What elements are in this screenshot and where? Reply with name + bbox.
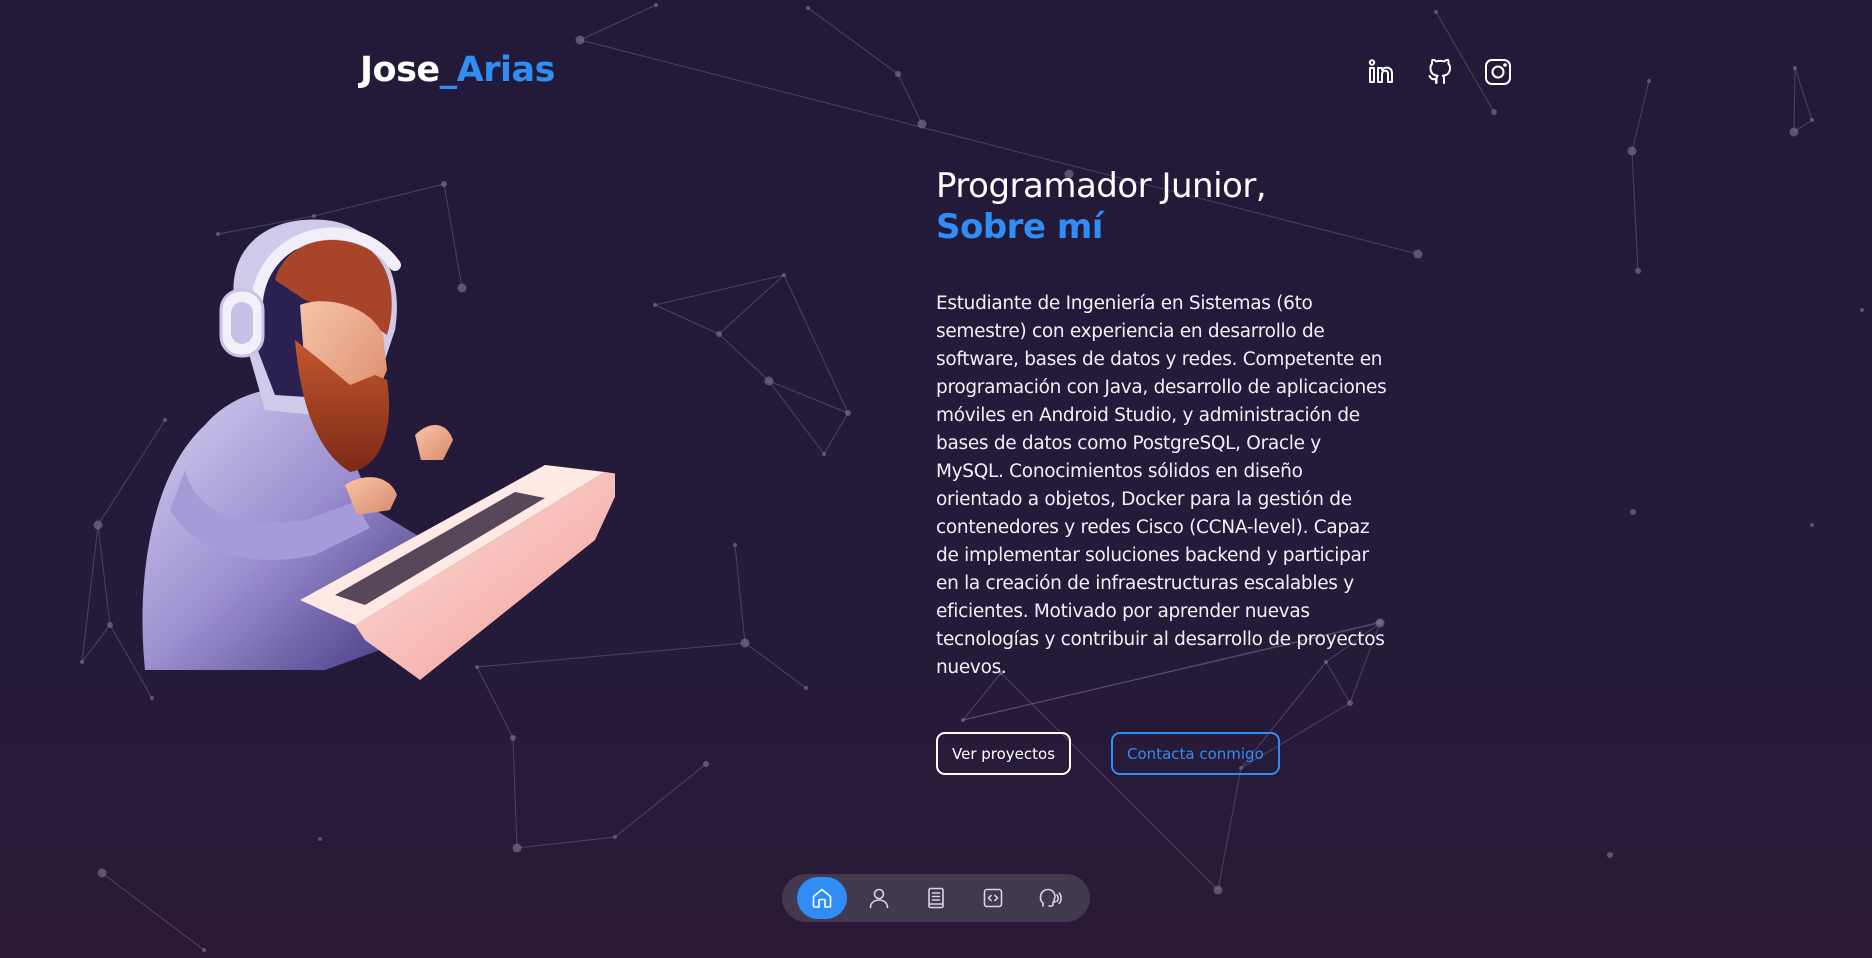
social-links <box>1364 54 1516 90</box>
book-icon <box>928 887 944 909</box>
user-icon <box>869 888 889 909</box>
nav-projects[interactable] <box>968 877 1018 919</box>
network-node <box>1627 146 1637 156</box>
network-node <box>107 622 113 628</box>
hero-title: Programador Junior, <box>936 166 1267 206</box>
network-link <box>734 544 746 644</box>
network-node <box>654 3 658 7</box>
network-node <box>80 660 84 664</box>
network-link <box>97 524 111 626</box>
network-link <box>81 624 111 663</box>
network-node <box>93 520 103 530</box>
network-link <box>1793 67 1796 133</box>
logo-separator: _ <box>439 50 458 90</box>
network-node <box>806 6 810 10</box>
developer-illustration <box>125 210 625 680</box>
bottom-navbar <box>782 874 1090 922</box>
nav-home[interactable] <box>797 877 847 919</box>
network-link <box>654 304 720 335</box>
network-node <box>1793 66 1797 70</box>
network-node <box>613 835 617 839</box>
network-node <box>510 735 516 741</box>
network-link <box>1000 672 1219 891</box>
network-node <box>1810 118 1814 122</box>
logo-first-name: Jose <box>360 50 440 90</box>
network-node <box>822 452 826 456</box>
network-link <box>1631 150 1639 272</box>
network-link <box>579 4 657 41</box>
network-node <box>1491 109 1497 115</box>
network-node <box>895 71 901 77</box>
network-node <box>1635 268 1641 274</box>
network-node <box>740 638 750 648</box>
network-link <box>81 524 99 663</box>
network-link <box>516 836 616 849</box>
network-node <box>764 376 774 386</box>
hero-section: Programador Junior, Sobre mí Estudiante … <box>936 166 1396 682</box>
network-node <box>1213 885 1223 895</box>
github-icon[interactable] <box>1422 54 1458 90</box>
nav-contact[interactable] <box>1025 877 1075 919</box>
network-node <box>703 761 709 767</box>
network-node <box>782 273 786 277</box>
network-node <box>1413 249 1423 259</box>
logo-last-name: Arias <box>456 50 556 90</box>
site-logo[interactable]: Jose_Arias <box>360 50 555 90</box>
network-node <box>1647 79 1651 83</box>
network-node <box>1434 10 1438 14</box>
network-link <box>512 737 518 849</box>
network-link <box>1631 80 1650 152</box>
network-node <box>917 119 927 129</box>
network-node <box>1810 523 1814 527</box>
network-node <box>150 696 154 700</box>
network-node <box>961 718 965 722</box>
network-node <box>318 837 322 841</box>
network-node <box>716 331 722 337</box>
home-icon <box>812 888 832 908</box>
hero-subtitle: Sobre mí <box>936 207 1103 247</box>
network-link <box>718 333 770 382</box>
network-node <box>1860 308 1864 312</box>
network-link <box>614 763 707 838</box>
instagram-icon[interactable] <box>1480 54 1516 90</box>
network-link <box>823 412 849 455</box>
network-node <box>1789 127 1799 137</box>
contact-me-button[interactable]: Contacta conmigo <box>1111 732 1280 775</box>
code-icon <box>983 888 1003 908</box>
network-link <box>654 274 785 306</box>
network-node <box>733 543 737 547</box>
network-link <box>1794 67 1813 121</box>
network-node <box>512 843 522 853</box>
network-link <box>718 274 785 335</box>
network-link <box>783 274 849 414</box>
network-node <box>202 948 206 952</box>
network-link <box>807 7 899 75</box>
network-link <box>101 872 205 951</box>
network-link <box>744 642 807 689</box>
network-node <box>441 181 447 187</box>
view-projects-button[interactable]: Ver proyectos <box>936 732 1072 775</box>
network-node <box>1347 700 1353 706</box>
hero-description: Estudiante de Ingeniería en Sistemas (6t… <box>936 293 1387 678</box>
linkedin-icon[interactable] <box>1364 54 1400 90</box>
nav-resume[interactable] <box>911 877 961 919</box>
nav-about[interactable] <box>854 877 904 919</box>
network-node <box>804 686 808 690</box>
network-link <box>1217 767 1242 891</box>
network-node <box>1607 852 1613 858</box>
network-node <box>1630 509 1636 515</box>
network-link <box>897 73 923 125</box>
network-node <box>97 868 107 878</box>
network-node <box>845 410 851 416</box>
network-node <box>653 303 657 307</box>
hero-actions: Ver proyectos Contacta conmigo <box>936 732 1280 775</box>
network-node <box>575 35 585 45</box>
contact-icon <box>1039 888 1062 907</box>
